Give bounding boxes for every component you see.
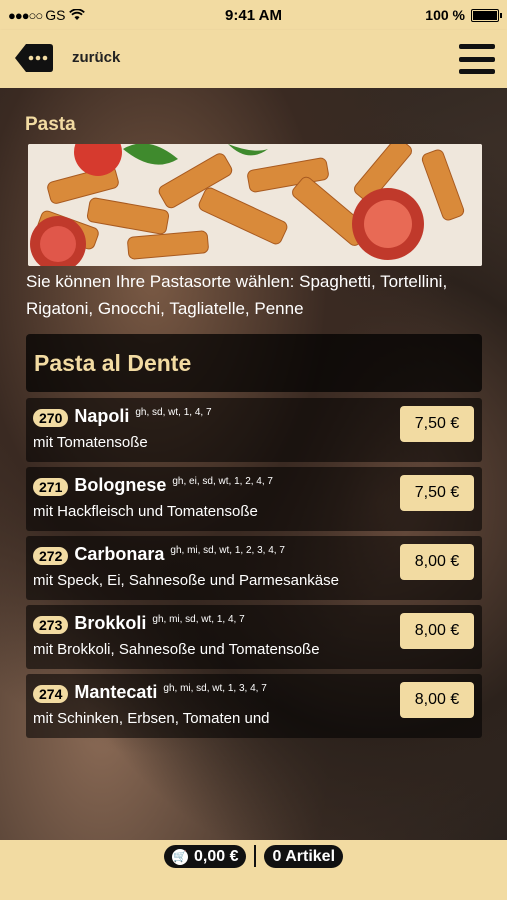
cart-divider	[254, 845, 257, 867]
battery-percent: 100 %	[425, 7, 465, 23]
item-allergens: gh, mi, sd, wt, 1, 2, 3, 4, 7	[170, 545, 285, 556]
section-description: Sie können Ihre Pastasorte wählen: Spagh…	[26, 272, 448, 318]
navigation-bar: zurück	[0, 30, 507, 88]
menu-item[interactable]: 270 Napoli gh, sd, wt, 1, 4, 7 mit Tomat…	[26, 398, 482, 462]
item-name: Bolognese	[74, 475, 167, 495]
pasta-illustration	[28, 144, 482, 266]
item-name: Brokkoli	[74, 613, 147, 633]
status-bar: ●●●○○ GS 9:41 AM 100 %	[0, 0, 507, 30]
item-allergens: gh, sd, wt, 1, 4, 7	[135, 407, 212, 418]
item-allergens: gh, mi, sd, wt, 1, 4, 7	[152, 614, 245, 625]
item-name: Mantecati	[74, 682, 158, 702]
back-icon[interactable]	[14, 42, 54, 74]
price-button[interactable]: 7,50 €	[400, 406, 474, 442]
menu-item[interactable]: 273 Brokkoli gh, mi, sd, wt, 1, 4, 7 mit…	[26, 605, 482, 669]
item-number: 270	[33, 409, 69, 427]
item-allergens: gh, mi, sd, wt, 1, 3, 4, 7	[163, 683, 267, 694]
back-button-label[interactable]: zurück	[72, 49, 120, 66]
menu-icon[interactable]	[459, 44, 495, 74]
item-number: 274	[33, 685, 69, 703]
menu-item[interactable]: 272 Carbonara gh, mi, sd, wt, 1, 2, 3, 4…	[26, 536, 482, 600]
cart-total: 0,00 €	[193, 847, 239, 865]
cart-bar: 🛒 0,00 € 0 Artikel	[0, 840, 507, 900]
item-description: mit Schinken, Erbsen, Tomaten und	[33, 710, 270, 727]
signal-strength-icon: ●●●○○	[8, 7, 43, 23]
wifi-icon	[68, 9, 85, 20]
item-allergens: gh, ei, sd, wt, 1, 2, 4, 7	[172, 476, 273, 487]
category-header: Pasta al Dente	[26, 334, 482, 392]
pasta-image	[28, 144, 482, 266]
item-number: 273	[33, 616, 69, 634]
menu-item[interactable]: 274 Mantecati gh, mi, sd, wt, 1, 3, 4, 7…	[26, 674, 482, 738]
menu-item[interactable]: 271 Bolognese gh, ei, sd, wt, 1, 2, 4, 7…	[26, 467, 482, 531]
item-number: 272	[33, 547, 69, 565]
menu-content: Pasta Sie können Ihre Pastasorte wählen:…	[18, 92, 490, 840]
item-description: mit Speck, Ei, Sahnesoße und Parmesankäs…	[33, 572, 339, 589]
item-description: mit Brokkoli, Sahnesoße und Tomatensoße	[33, 641, 320, 658]
price-button[interactable]: 7,50 €	[400, 475, 474, 511]
item-name: Napoli	[74, 406, 130, 426]
carrier-name: GS	[45, 7, 66, 23]
price-button[interactable]: 8,00 €	[400, 544, 474, 580]
section-title: Pasta	[25, 114, 76, 135]
cart-articles-button[interactable]: 0 Artikel	[264, 845, 344, 868]
cart-total-button[interactable]: 🛒 0,00 €	[163, 845, 247, 868]
cart-article-count: 0 Artikel	[272, 847, 336, 865]
item-number: 271	[33, 478, 69, 496]
cart-icon: 🛒	[171, 848, 188, 865]
item-description: mit Hackfleisch und Tomatensoße	[33, 503, 258, 520]
price-button[interactable]: 8,00 €	[400, 682, 474, 718]
item-description: mit Tomatensoße	[33, 434, 148, 451]
battery-icon	[471, 8, 502, 22]
price-button[interactable]: 8,00 €	[400, 613, 474, 649]
item-name: Carbonara	[74, 544, 165, 564]
